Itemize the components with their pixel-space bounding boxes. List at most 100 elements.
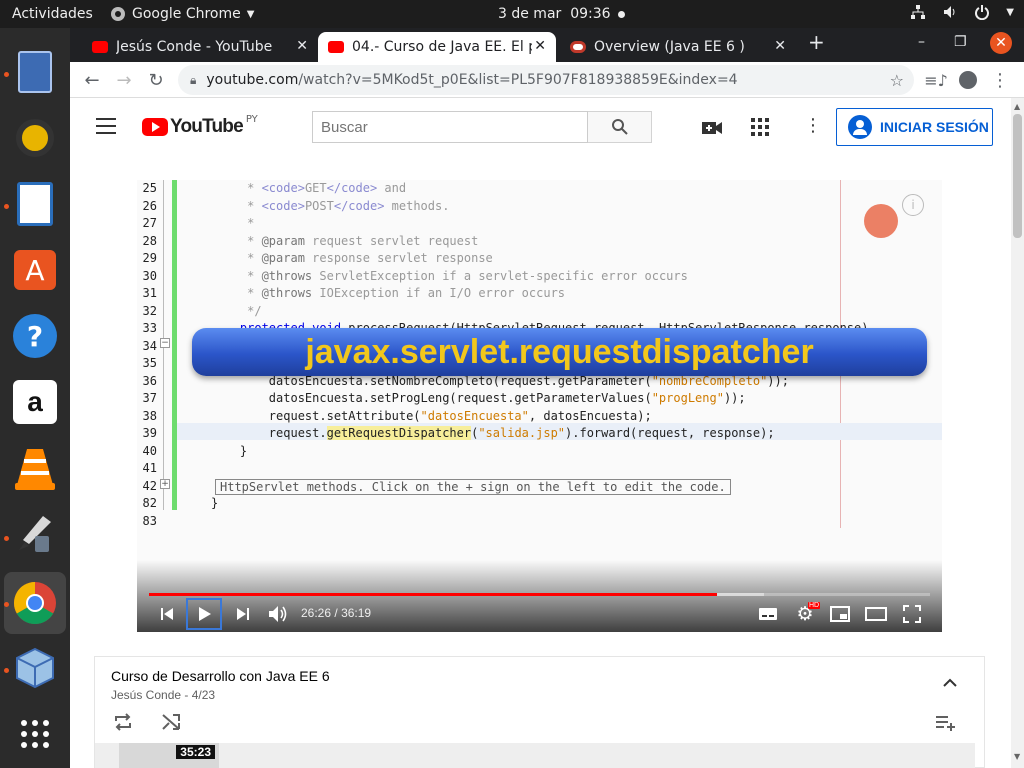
clock-date: 3 de mar [498, 6, 562, 22]
shuffle-icon[interactable] [161, 713, 181, 735]
line-number: 36 [142, 373, 157, 388]
dock-gimp[interactable] [11, 510, 59, 558]
line-number: 26 [142, 198, 157, 213]
chrome-icon [13, 582, 56, 625]
subtitles-button[interactable] [752, 600, 784, 628]
tab-java-ee-video[interactable]: 04.- Curso de Java EE. El p ✕ [318, 32, 556, 62]
line-number: 33 [142, 321, 157, 335]
playlist-item[interactable]: 35:23 [95, 743, 975, 768]
duration: 36:19 [341, 606, 372, 620]
current-time: 26:26 [301, 606, 332, 620]
volume-button[interactable] [262, 600, 294, 628]
activities-button[interactable]: Actividades [0, 6, 110, 22]
next-icon [237, 608, 249, 620]
dock-amazon[interactable]: a [11, 378, 59, 426]
dock-chrome[interactable] [4, 572, 66, 634]
previous-button[interactable] [151, 600, 183, 628]
power-icon [975, 5, 990, 20]
thumbnail-duration: 35:23 [176, 745, 215, 759]
fold-collapse-icon[interactable]: − [160, 338, 170, 348]
play-icon [199, 607, 211, 621]
dock-help[interactable]: ? [11, 312, 59, 360]
line-number: 37 [142, 391, 157, 405]
create-video-icon[interactable] [702, 120, 722, 139]
dock-writer[interactable] [11, 180, 59, 228]
notification-dot-icon [618, 11, 625, 18]
dock-rhythmbox[interactable] [11, 114, 59, 162]
dock-virtualbox[interactable] [11, 644, 59, 692]
dock: A ? a [0, 28, 70, 768]
line-number: 27 [142, 216, 157, 230]
settings-button[interactable]: ⚙ HD [789, 600, 821, 628]
bookmark-star-icon[interactable]: ☆ [890, 71, 904, 90]
dock-software[interactable]: A [11, 246, 59, 294]
apps-grid-icon[interactable] [751, 118, 769, 140]
page-scrollbar[interactable]: ▲ ▼ [1011, 98, 1024, 768]
reload-button[interactable]: ↻ [144, 68, 168, 92]
playlist-title[interactable]: Curso de Desarrollo con Java EE 6 [111, 668, 330, 684]
channel-watermark [864, 204, 898, 238]
close-icon[interactable]: ✕ [774, 38, 786, 54]
dock-vlc[interactable] [11, 444, 59, 492]
close-window-button[interactable]: ✕ [990, 32, 1012, 54]
fold-expand-icon[interactable]: + [160, 479, 170, 489]
youtube-logo[interactable]: YouTube PY [142, 113, 258, 138]
volume-icon [269, 606, 287, 622]
loop-icon[interactable] [113, 713, 133, 735]
collapse-chevron-icon[interactable] [943, 673, 957, 687]
play-button[interactable] [186, 598, 222, 630]
dock-files[interactable] [11, 48, 59, 96]
video-thumbnail: 35:23 [119, 743, 219, 768]
code-line: 26 * <code>POST</code> methods. [137, 199, 942, 217]
code-text: * <code>GET</code> and [211, 181, 407, 195]
line-number: 83 [142, 513, 157, 528]
app-menu[interactable]: Google Chrome ▼ [110, 6, 254, 22]
progress-bar[interactable] [149, 593, 930, 596]
theater-mode-button[interactable] [860, 600, 892, 628]
dock-running-dot [4, 536, 9, 541]
hamburger-menu-icon[interactable] [96, 118, 116, 134]
scroll-down-arrow-icon[interactable]: ▼ [1014, 752, 1020, 761]
line-number: 40 [142, 443, 157, 458]
region-code: PY [245, 113, 258, 125]
software-center-icon: A [14, 250, 56, 290]
minimize-button[interactable]: – [918, 34, 925, 50]
fullscreen-button[interactable] [896, 600, 928, 628]
youtube-favicon-icon [328, 41, 344, 53]
search-button[interactable] [588, 111, 652, 143]
info-icon[interactable]: i [902, 194, 924, 216]
settings-menu-icon[interactable]: ⋮ [804, 115, 822, 136]
new-tab-button[interactable]: + [808, 30, 825, 54]
url-path: /watch?v=5MKod5t_p0E&list=PL5F907F818938… [298, 72, 738, 88]
back-button[interactable]: ← [80, 68, 104, 92]
next-button[interactable] [227, 600, 259, 628]
restore-button[interactable]: ❐ [954, 34, 967, 50]
clock[interactable]: 3 de mar 09:36 [498, 6, 625, 22]
subtitles-icon [759, 608, 777, 620]
forward-button[interactable]: → [112, 68, 136, 92]
dock-show-apps[interactable] [11, 710, 59, 758]
search-input[interactable] [312, 111, 588, 143]
miniplayer-button[interactable] [824, 600, 856, 628]
chrome-small-icon [111, 7, 125, 21]
sign-in-button[interactable]: INICIAR SESIÓN [836, 108, 993, 146]
scroll-up-arrow-icon[interactable]: ▲ [1014, 102, 1020, 111]
address-bar[interactable]: 🔒︎ youtube.com/watch?v=5MKod5t_p0E&list=… [178, 65, 914, 95]
tab-java-ee-overview[interactable]: Overview (Java EE 6 ) ✕ [560, 32, 796, 62]
hd-badge: HD [808, 602, 821, 609]
close-icon[interactable]: ✕ [534, 38, 546, 54]
youtube-logo-text: YouTube [170, 116, 244, 137]
profile-avatar-icon[interactable] [956, 68, 980, 92]
close-icon[interactable]: ✕ [296, 38, 308, 54]
tab-jesus-conde[interactable]: Jesús Conde - YouTube ✕ [82, 32, 318, 62]
show-apps-icon [21, 720, 49, 748]
save-playlist-icon[interactable] [935, 715, 957, 735]
scrollbar-thumb[interactable] [1013, 114, 1022, 238]
vlc-icon [15, 449, 55, 490]
media-control-icon[interactable]: ≡♪ [924, 68, 948, 92]
chrome-menu-icon[interactable]: ⋮ [988, 68, 1012, 92]
help-icon: ? [13, 314, 57, 358]
system-tray[interactable]: ▼ [910, 4, 1014, 20]
video-player[interactable]: 25 * <code>GET</code> and 26 * <code>POST… [137, 180, 942, 632]
line-number: 30 [142, 268, 157, 283]
